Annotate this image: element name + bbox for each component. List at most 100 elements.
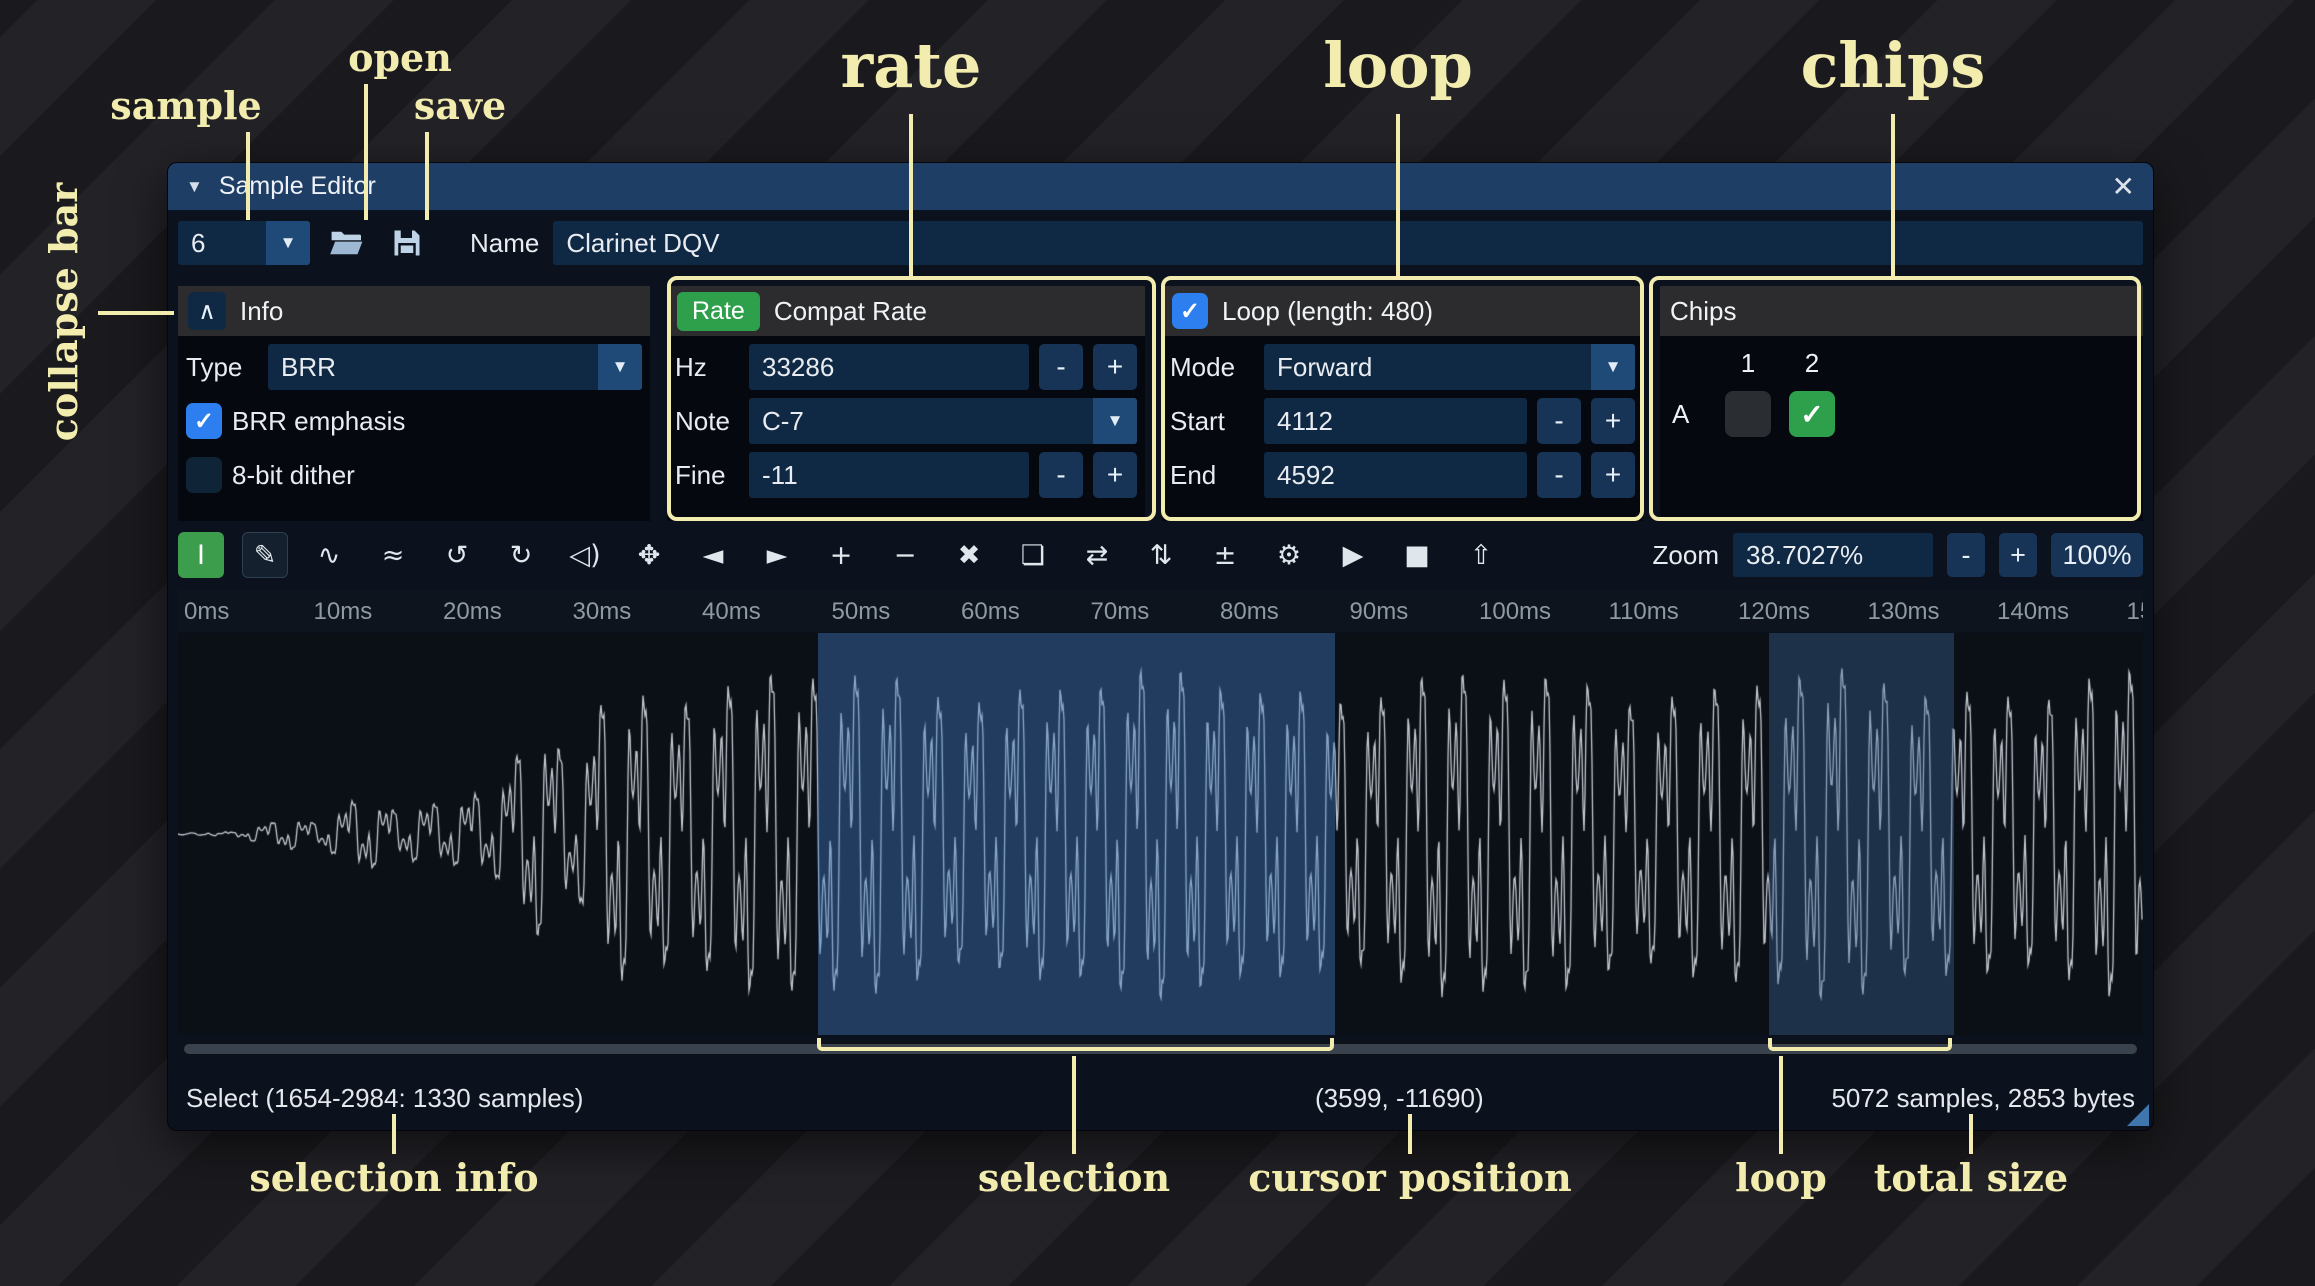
undo-button[interactable]: ↺ (434, 532, 480, 578)
select-mode-button[interactable]: I (178, 532, 224, 578)
annotation-loop-label: loop (1323, 30, 1473, 101)
zoom-input-value: 38.7027% (1746, 540, 1863, 571)
type-select[interactable]: BRR ▼ (268, 344, 642, 390)
fine-minus-button[interactable]: - (1039, 452, 1083, 498)
chip-enable-cell[interactable]: ✓ (1789, 391, 1835, 437)
type-label: Type (186, 352, 258, 383)
loop-end-input[interactable]: 4592 (1264, 452, 1527, 498)
loop-end-minus-button[interactable]: - (1537, 452, 1581, 498)
loop-mode-select[interactable]: Forward ▼ (1264, 344, 1635, 390)
loop-start-value: 4112 (1277, 406, 1333, 437)
fade-out-button[interactable]: ► (754, 532, 800, 578)
note-select[interactable]: C-7 ▼ (749, 398, 1137, 444)
annotation-save-line (425, 132, 429, 220)
apply-silence-button[interactable]: − (882, 532, 928, 578)
resize-grip[interactable] (2127, 1104, 2149, 1126)
normalize-button[interactable]: ✥ (626, 532, 672, 578)
loop-start-minus-button[interactable]: - (1537, 398, 1581, 444)
zoom-reset-button[interactable]: 100% (2051, 533, 2143, 577)
annotation-selection-label: selection (978, 1156, 1170, 1200)
resize-icon: ∿ (318, 540, 341, 571)
timeline-label: 40ms (702, 598, 761, 626)
close-icon[interactable]: ✕ (2112, 170, 2135, 203)
timeline-label: 50ms (832, 598, 891, 626)
resample-button[interactable]: ≈ (370, 532, 416, 578)
hz-plus-button[interactable]: + (1093, 344, 1137, 390)
loop-start-input[interactable]: 4112 (1264, 398, 1527, 444)
brr-emphasis-label: BRR emphasis (232, 406, 405, 437)
invert-button[interactable]: ⇅ (1138, 532, 1184, 578)
titlebar[interactable]: ▼ Sample Editor ✕ (168, 163, 2153, 211)
fade-out-icon: ► (767, 540, 788, 571)
redo-icon: ↻ (510, 540, 533, 571)
hz-input[interactable]: 33286 (749, 344, 1029, 390)
toolbar-buttons: I ✎ ∿ ≈ ↺ ↻ ◁) ✥ ◄ ► +−✖ ❏ ⇄ ⇅ ± ⚙ ▶ ■ ⇧ (178, 532, 1504, 578)
preview-stop-button[interactable]: ■ (1394, 532, 1440, 578)
fine-plus-button[interactable]: + (1093, 452, 1137, 498)
chevron-down-icon[interactable]: ▼ (1093, 398, 1137, 444)
save-floppy-icon (392, 228, 422, 258)
annotation-rate-label: rate (841, 30, 982, 101)
window-collapse-icon[interactable]: ▼ (186, 177, 203, 197)
reverse-button[interactable]: ⇄ (1074, 532, 1120, 578)
chip-enable-cell[interactable] (1725, 391, 1771, 437)
chips-section: Chips 12 A✓ (1660, 286, 2143, 521)
open-button[interactable] (324, 221, 370, 265)
timeline-label: 120ms (1738, 598, 1810, 626)
chips-title: Chips (1670, 296, 1736, 327)
make-wavetable-button[interactable]: ⇧ (1458, 532, 1504, 578)
sample-select[interactable]: 6 ▼ (178, 221, 310, 265)
waveform-canvas[interactable] (178, 633, 2143, 1035)
zoom-input[interactable]: 38.7027% (1733, 533, 1933, 577)
timeline-label: 150 (2127, 598, 2144, 626)
collapse-info-button[interactable]: ∧ (188, 292, 226, 330)
normalize-icon: ✥ (638, 540, 661, 571)
chip-column-label: 2 (1789, 348, 1835, 379)
window-title: Sample Editor (219, 172, 376, 201)
delete-button[interactable]: ✖ (946, 532, 992, 578)
annotation-cursor-position-line (1408, 1114, 1412, 1154)
chevron-down-icon[interactable]: ▼ (598, 344, 642, 390)
rate-badge-button[interactable]: Rate (677, 292, 760, 331)
loop-end-plus-button[interactable]: + (1591, 452, 1635, 498)
dither-label: 8-bit dither (232, 460, 355, 491)
loop-start-plus-button[interactable]: + (1591, 398, 1635, 444)
open-folder-icon (330, 229, 364, 257)
brr-emphasis-checkbox[interactable]: ✓ (186, 403, 222, 439)
insert-silence-icon: + (830, 540, 853, 571)
annotation-selection-bracket (817, 1038, 1334, 1051)
chips-header: Chips (1660, 286, 2143, 336)
trim-icon: ❏ (1021, 540, 1045, 571)
timeline-label: 80ms (1220, 598, 1279, 626)
status-bar: Select (1654-2984: 1330 samples) (3599, … (178, 1073, 2143, 1123)
draw-mode-button[interactable]: ✎ (242, 532, 288, 578)
zoom-in-button[interactable]: + (1999, 533, 2037, 577)
name-input[interactable]: Clarinet DQV (553, 221, 2143, 265)
redo-button[interactable]: ↻ (498, 532, 544, 578)
sample-header-row: 6 ▼ Name Clarinet DQV (178, 221, 2143, 265)
insert-silence-button[interactable]: + (818, 532, 864, 578)
name-label: Name (470, 228, 539, 259)
chevron-down-icon[interactable]: ▼ (1591, 344, 1635, 390)
resize-button[interactable]: ∿ (306, 532, 352, 578)
loop-title: Loop (length: 480) (1222, 296, 1433, 327)
selection-info-text: Select (1654-2984: 1330 samples) (186, 1073, 583, 1123)
fade-in-button[interactable]: ◄ (690, 532, 736, 578)
zoom-out-button[interactable]: - (1947, 533, 1985, 577)
save-button[interactable] (384, 221, 430, 265)
preview-play-button[interactable]: ▶ (1330, 532, 1376, 578)
loop-enable-checkbox[interactable]: ✓ (1172, 293, 1208, 329)
annotation-sample-label: sample (110, 84, 261, 128)
apply-filter-button[interactable]: ⚙ (1266, 532, 1312, 578)
chevron-down-icon[interactable]: ▼ (266, 221, 310, 265)
trim-button[interactable]: ❏ (1010, 532, 1056, 578)
dither-checkbox[interactable] (186, 457, 222, 493)
timeline-ruler[interactable]: 0ms10ms20ms30ms40ms50ms60ms70ms80ms90ms1… (178, 590, 2143, 632)
annotation-sample-line (246, 132, 250, 220)
sign-invert-button[interactable]: ± (1202, 532, 1248, 578)
chip-row-label: A (1672, 399, 1725, 430)
fine-input[interactable]: -11 (749, 452, 1029, 498)
amplify-button[interactable]: ◁) (562, 532, 608, 578)
hz-minus-button[interactable]: - (1039, 344, 1083, 390)
draw-mode-icon: ✎ (254, 540, 277, 571)
